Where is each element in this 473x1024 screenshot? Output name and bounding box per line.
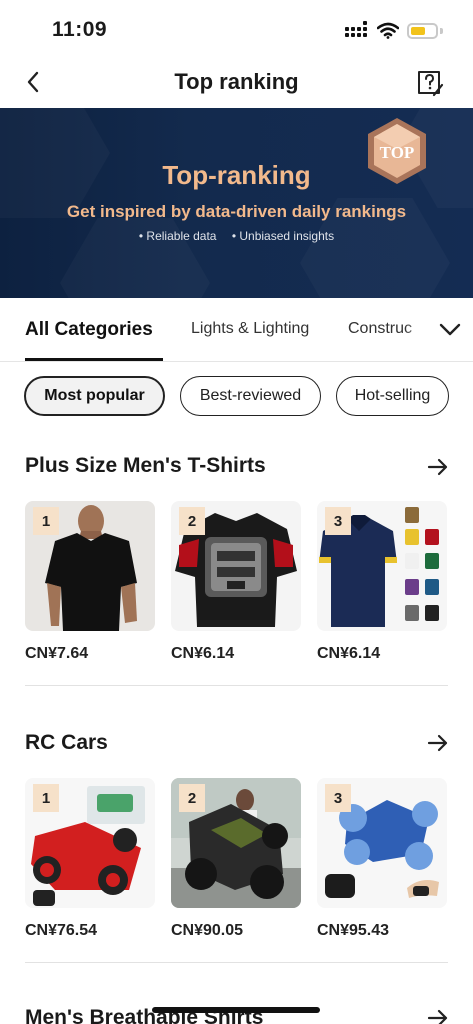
product-image: 1: [25, 778, 155, 908]
banner-bullet: • Reliable data: [138, 229, 217, 243]
arrow-right-icon[interactable]: [426, 731, 450, 755]
product-image: 3: [317, 778, 447, 908]
tab-construction[interactable]: Construc: [348, 320, 412, 338]
product-price: CN¥76.54: [25, 922, 98, 939]
status-bar: 11:09: [0, 0, 473, 60]
product-card[interactable]: 1 CN¥76.54: [25, 778, 155, 940]
category-tabs: All Categories Lights & Lighting Constru…: [0, 298, 473, 362]
product-price: CN¥6.14: [171, 645, 235, 662]
section-title[interactable]: Plus Size Men's T-Shirts: [25, 454, 266, 478]
product-card[interactable]: 2 CN¥6.14: [171, 501, 301, 663]
product-card[interactable]: 3 CN¥95.43: [317, 778, 447, 940]
rank-badge: 1: [33, 507, 59, 535]
section-divider: [25, 962, 448, 963]
arrow-right-icon[interactable]: [426, 1006, 450, 1024]
product-card[interactable]: 2 CN¥90.05: [171, 778, 301, 940]
battery-cap: [440, 28, 443, 34]
page-title: Top ranking: [174, 69, 299, 94]
product-card[interactable]: 1 CN¥7.64: [25, 501, 155, 663]
tab-lights-lighting[interactable]: Lights & Lighting: [191, 320, 309, 338]
banner-bullets: • Reliable data • Unbiased insights: [0, 229, 473, 243]
rank-badge: 3: [325, 784, 351, 812]
product-price: CN¥90.05: [171, 922, 244, 939]
nav-bar: Top ranking: [0, 60, 473, 108]
section-divider: [25, 685, 448, 686]
section-title[interactable]: RC Cars: [25, 731, 108, 755]
product-card[interactable]: 3 CN¥6.14: [317, 501, 447, 663]
rank-badge: 2: [179, 784, 205, 812]
product-price: CN¥6.14: [317, 645, 381, 662]
banner[interactable]: TOP Top-ranking Get inspired by data-dri…: [0, 108, 473, 298]
filter-most-popular[interactable]: Most popular: [24, 376, 165, 416]
filter-hot-selling[interactable]: Hot-selling: [336, 376, 449, 416]
arrow-right-icon[interactable]: [426, 455, 450, 479]
product-image: 1: [25, 501, 155, 631]
home-indicator[interactable]: [152, 1007, 320, 1013]
chevron-down-icon[interactable]: [438, 318, 462, 342]
battery-icon: [407, 23, 438, 39]
rank-badge: 1: [33, 784, 59, 812]
status-time: 11:09: [52, 18, 108, 41]
tab-all-categories[interactable]: All Categories: [25, 319, 153, 341]
active-tab-indicator: [25, 358, 163, 361]
product-price: CN¥95.43: [317, 922, 390, 939]
help-icon[interactable]: [416, 68, 444, 98]
banner-subtitle: Get inspired by data-driven daily rankin…: [66, 202, 407, 221]
filter-best-reviewed[interactable]: Best-reviewed: [180, 376, 321, 416]
product-image: 2: [171, 501, 301, 631]
banner-title: Top-ranking: [162, 160, 311, 190]
product-image: 2: [171, 778, 301, 908]
signal-icon: [345, 21, 371, 39]
wifi-icon: [377, 22, 399, 39]
banner-bullet: • Unbiased insights: [231, 229, 335, 243]
rank-badge: 2: [179, 507, 205, 535]
product-image: 3: [317, 501, 447, 631]
product-price: CN¥7.64: [25, 645, 89, 662]
rank-badge: 3: [325, 507, 351, 535]
